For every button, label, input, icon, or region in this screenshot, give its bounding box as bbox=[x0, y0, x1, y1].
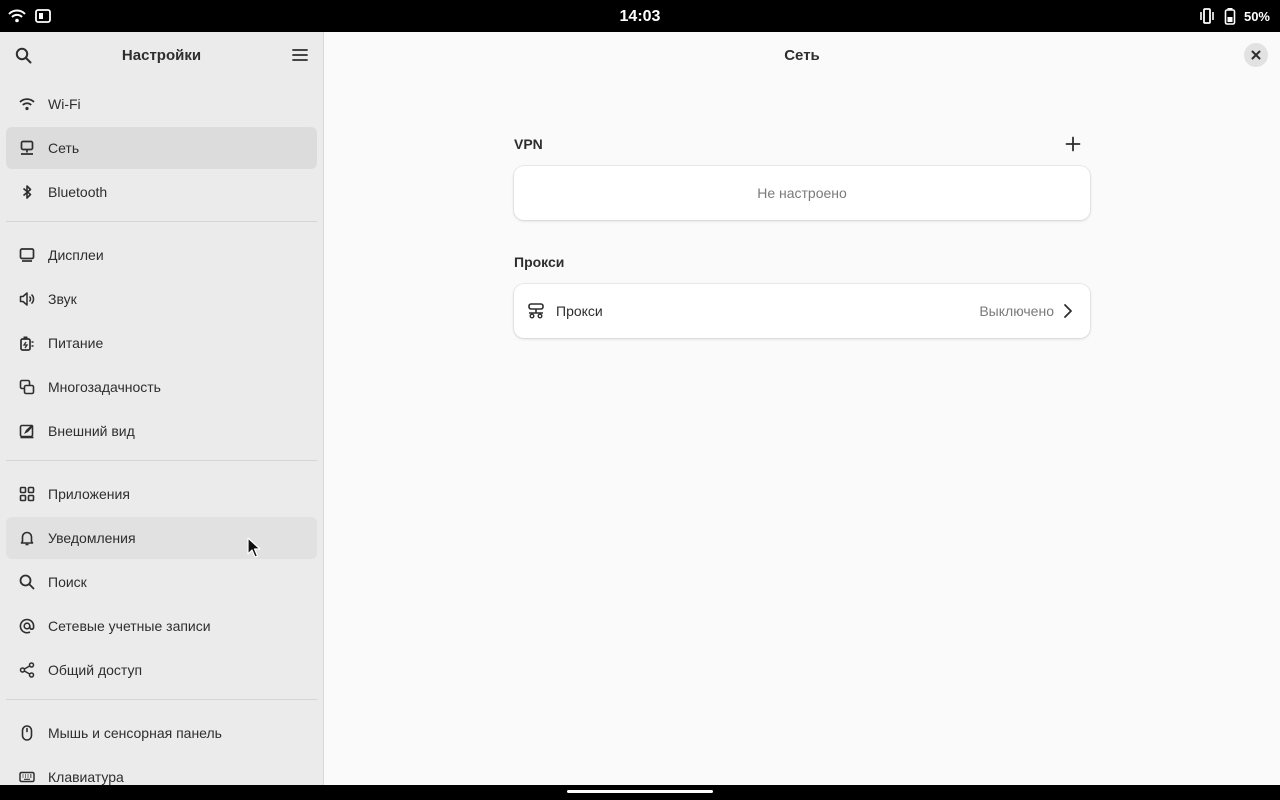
sidebar-item-bluetooth[interactable]: Bluetooth bbox=[6, 171, 317, 213]
sidebar-item-search[interactable]: Поиск bbox=[6, 561, 317, 603]
sidebar-separator bbox=[6, 699, 317, 700]
sidebar-item-label: Дисплеи bbox=[48, 247, 104, 263]
vpn-card: Не настроено bbox=[514, 166, 1090, 220]
sidebar-item-multitasking[interactable]: Многозадачность bbox=[6, 366, 317, 408]
power-icon bbox=[19, 335, 35, 351]
status-bar-right: 50% bbox=[1198, 7, 1270, 25]
sidebar-item-wifi[interactable]: Wi-Fi bbox=[6, 83, 317, 125]
keyboard-icon bbox=[19, 769, 35, 785]
sidebar-header: Настройки bbox=[0, 32, 323, 78]
proxy-icon bbox=[528, 303, 544, 319]
sidebar-item-label: Wi-Fi bbox=[48, 96, 81, 112]
content-pane: Сеть VPN Не настроено Прокси Прокси Выкл… bbox=[324, 32, 1280, 785]
proxy-row[interactable]: Прокси Выключено bbox=[514, 284, 1090, 338]
sidebar-item-label: Сеть bbox=[48, 140, 80, 156]
apps-icon bbox=[19, 486, 35, 502]
add-vpn-button[interactable] bbox=[1061, 132, 1085, 156]
bell-icon bbox=[19, 530, 35, 546]
proxy-status: Выключено bbox=[979, 303, 1054, 319]
sidebar-separator bbox=[6, 460, 317, 461]
status-bar: 14:03 50% bbox=[0, 0, 1280, 32]
sidebar-item-label: Сетевые учетные записи bbox=[48, 618, 211, 634]
at-icon bbox=[19, 618, 35, 634]
chevron-right-icon bbox=[1064, 304, 1072, 318]
sidebar-item-network[interactable]: Сеть bbox=[6, 127, 317, 169]
sidebar-item-power[interactable]: Питание bbox=[6, 322, 317, 364]
battery-percent: 50% bbox=[1243, 8, 1270, 24]
page-title: Сеть bbox=[784, 47, 820, 64]
vpn-section-title: VPN bbox=[514, 136, 543, 152]
sidebar-item-apps[interactable]: Приложения bbox=[6, 473, 317, 515]
sidebar: Настройки Wi-Fi Сеть Bluetooth Дисплеи З… bbox=[0, 32, 324, 785]
content-header: Сеть bbox=[324, 32, 1280, 78]
sidebar-separator bbox=[6, 221, 317, 222]
battery-icon bbox=[1224, 7, 1236, 25]
close-icon bbox=[1251, 50, 1261, 60]
sidebar-item-notifications[interactable]: Уведомления bbox=[6, 517, 317, 559]
network-icon bbox=[19, 140, 35, 156]
sidebar-item-label: Поиск bbox=[48, 574, 87, 590]
proxy-section-title: Прокси bbox=[514, 254, 565, 270]
sidebar-item-label: Bluetooth bbox=[48, 184, 108, 200]
sidebar-item-label: Общий доступ bbox=[48, 662, 143, 678]
sidebar-item-online-accounts[interactable]: Сетевые учетные записи bbox=[6, 605, 317, 647]
sidebar-item-label: Приложения bbox=[48, 486, 130, 502]
settings-window: Настройки Wi-Fi Сеть Bluetooth Дисплеи З… bbox=[0, 32, 1280, 785]
sidebar-item-sharing[interactable]: Общий доступ bbox=[6, 649, 317, 691]
vibrate-icon bbox=[1198, 7, 1216, 25]
sidebar-item-sound[interactable]: Звук bbox=[6, 278, 317, 320]
sidebar-item-label: Многозадачность bbox=[48, 379, 161, 395]
display-icon bbox=[19, 247, 35, 263]
appearance-icon bbox=[19, 423, 35, 439]
bottom-bar bbox=[0, 785, 1280, 800]
main-menu-button[interactable] bbox=[288, 43, 312, 67]
plus-icon bbox=[1065, 136, 1081, 152]
mouse-icon bbox=[19, 725, 35, 741]
sidebar-item-mouse-touchpad[interactable]: Мышь и сенсорная панель bbox=[6, 712, 317, 754]
sidebar-item-displays[interactable]: Дисплеи bbox=[6, 234, 317, 276]
sound-icon bbox=[19, 291, 35, 307]
sidebar-item-appearance[interactable]: Внешний вид bbox=[6, 410, 317, 452]
sidebar-item-label: Мышь и сенсорная панель bbox=[48, 725, 222, 741]
sidebar-item-label: Звук bbox=[48, 291, 77, 307]
home-indicator[interactable] bbox=[567, 790, 713, 793]
search-icon bbox=[19, 574, 35, 590]
wifi-icon bbox=[19, 96, 35, 112]
clock: 14:03 bbox=[619, 8, 661, 25]
proxy-row-label: Прокси bbox=[556, 303, 603, 319]
bluetooth-icon bbox=[19, 184, 35, 200]
close-button[interactable] bbox=[1244, 43, 1268, 67]
hamburger-menu-icon bbox=[292, 49, 308, 61]
vpn-empty-text: Не настроено bbox=[757, 185, 847, 201]
sidebar-title: Настройки bbox=[121, 47, 202, 64]
sidebar-item-label: Внешний вид bbox=[48, 423, 135, 439]
share-icon bbox=[19, 662, 35, 678]
sidebar-item-label: Клавиатура bbox=[48, 769, 124, 785]
multitasking-icon bbox=[19, 379, 35, 395]
sidebar-nav: Wi-Fi Сеть Bluetooth Дисплеи Звук Питани… bbox=[0, 78, 323, 785]
sidebar-item-keyboard[interactable]: Клавиатура bbox=[6, 756, 317, 785]
sidebar-item-label: Уведомления bbox=[48, 530, 136, 546]
sidebar-item-label: Питание bbox=[48, 335, 104, 351]
